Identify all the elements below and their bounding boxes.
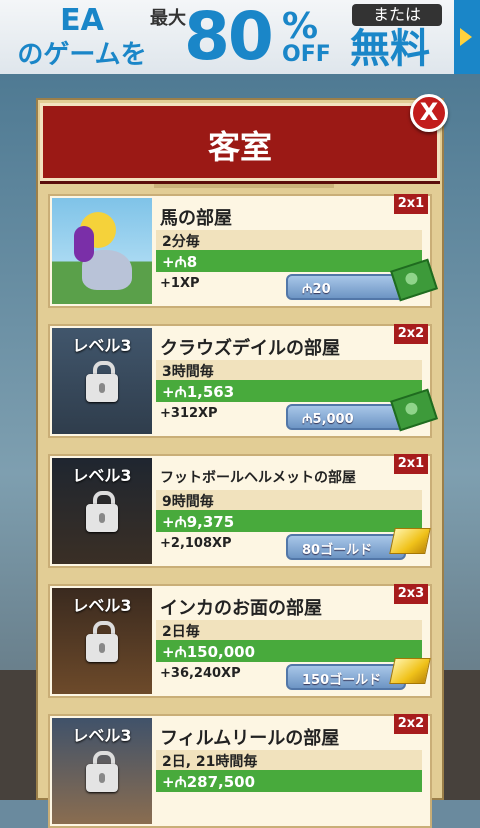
income-bar: +₼287,500: [156, 770, 422, 792]
buy-button[interactable]: ₼5,000: [286, 404, 406, 430]
lock-icon: [86, 751, 118, 794]
room-name: フットボールヘルメットの部屋: [160, 470, 356, 486]
room-thumbnail: レベル3: [52, 328, 152, 434]
ad-percent-sign: %: [282, 6, 319, 47]
lock-icon: [86, 491, 118, 534]
ad-brand: EA のゲームを: [14, 4, 150, 72]
room-thumbnail: レベル3: [52, 718, 152, 824]
close-icon: X: [419, 98, 439, 126]
room-name: 馬の部屋: [160, 208, 232, 229]
ad-brand-line1: EA: [60, 3, 104, 38]
lock-icon: [86, 621, 118, 664]
room-card[interactable]: 馬の部屋 2x1 2分毎 +₼8 +1XP ₼20: [48, 194, 438, 308]
room-card[interactable]: レベル3 インカのお面の部屋 2x3 2日毎 +₼150,000 +36,240…: [48, 584, 432, 698]
level-requirement: レベル3: [72, 336, 132, 355]
room-thumbnail: [52, 198, 152, 304]
size-badge: 2x1: [394, 194, 428, 214]
ad-percent-value: 80: [184, 0, 274, 74]
gold-bar-icon: [389, 658, 431, 684]
room-income: +₼8: [162, 253, 198, 271]
room-income: +₼1,563: [162, 383, 235, 401]
income-bar: +₼8: [156, 250, 422, 272]
room-xp: +312XP: [160, 406, 218, 421]
ad-free-label: 無料: [350, 26, 430, 72]
room-card[interactable]: レベル3 フィルムリールの部屋 2x2 2日, 21時間毎 +₼287,500: [48, 714, 432, 828]
gold-bar-icon: [389, 528, 431, 554]
buy-price: 150ゴールド: [302, 673, 382, 688]
ad-off-label: OFF: [282, 42, 331, 67]
level-requirement: レベル3: [72, 466, 132, 485]
room-income: +₼9,375: [162, 513, 235, 531]
buy-price: ₼20: [302, 282, 331, 297]
ad-max-label: 最大: [150, 8, 186, 29]
income-bar: +₼9,375: [156, 510, 422, 532]
buy-price: 80ゴールド: [302, 543, 373, 558]
size-badge: 2x2: [394, 714, 428, 734]
size-badge: 2x3: [394, 584, 428, 604]
time-bar: 2日毎: [156, 620, 422, 640]
time-bar: 3時間毎: [156, 360, 422, 380]
time-bar: 2日, 21時間毎: [156, 750, 422, 770]
room-xp: +1XP: [160, 276, 200, 291]
lock-icon: [86, 361, 118, 404]
income-bar: +₼1,563: [156, 380, 422, 402]
size-badge: 2x1: [394, 454, 428, 474]
income-bar: +₼150,000: [156, 640, 422, 662]
rider-figure: [74, 212, 116, 262]
ad-brand-line2: のゲームを: [17, 40, 147, 70]
room-time: 9時間毎: [162, 494, 214, 510]
buy-button[interactable]: ₼20: [286, 274, 406, 300]
room-name: インカのお面の部屋: [160, 598, 322, 619]
close-button[interactable]: X: [410, 94, 448, 132]
room-name: クラウズデイルの部屋: [160, 338, 340, 359]
buy-button[interactable]: 80ゴールド: [286, 534, 406, 560]
time-bar: 9時間毎: [156, 490, 422, 510]
dialog-header: 客室: [40, 103, 440, 181]
dialog-title: 客室: [207, 128, 272, 166]
room-card[interactable]: レベル3 フットボールヘルメットの部屋 2x1 9時間毎 +₼9,375 +2,…: [48, 454, 432, 568]
room-thumbnail: レベル3: [52, 458, 152, 564]
room-time: 2日毎: [162, 624, 200, 640]
room-time: 2分毎: [162, 234, 200, 250]
buy-button[interactable]: 150ゴールド: [286, 664, 406, 690]
room-time: 2日, 21時間毎: [162, 754, 258, 770]
room-xp: +36,240XP: [160, 666, 241, 681]
room-xp: +2,108XP: [160, 536, 232, 551]
room-thumbnail: レベル3: [52, 588, 152, 694]
ad-arrow-icon[interactable]: [454, 0, 480, 74]
level-requirement: レベル3: [72, 726, 132, 745]
ad-banner[interactable]: EA のゲームを 最大 80 % OFF または 無料: [0, 0, 480, 74]
time-bar: 2分毎: [156, 230, 422, 250]
room-card[interactable]: レベル3 クラウズデイルの部屋 2x2 3時間毎 +₼1,563 +312XP …: [48, 324, 438, 438]
room-name: フィルムリールの部屋: [160, 728, 340, 749]
ad-or-label: または: [352, 4, 442, 26]
room-time: 3時間毎: [162, 364, 214, 380]
level-requirement: レベル3: [72, 596, 132, 615]
buy-price: ₼5,000: [302, 412, 354, 427]
size-badge: 2x2: [394, 324, 428, 344]
room-income: +₼150,000: [162, 643, 256, 661]
room-income: +₼287,500: [162, 773, 256, 791]
